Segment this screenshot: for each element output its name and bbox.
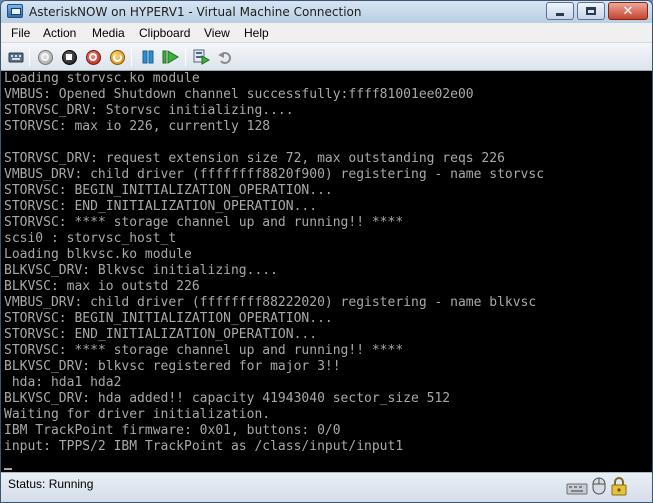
revert-button[interactable] [216, 48, 234, 66]
text-cursor [4, 468, 12, 470]
vm-status-text: Status: Running [8, 477, 94, 491]
ctrl-alt-del-button[interactable] [7, 48, 25, 66]
shut-down-button[interactable] [84, 48, 102, 66]
console-line: BLKVSC: max io outstd 226 [4, 279, 200, 294]
snapshot-icon [193, 49, 210, 65]
toolbar-separator [185, 48, 186, 66]
menu-media[interactable]: Media [92, 26, 125, 40]
reset-icon [162, 50, 179, 64]
menu-help[interactable]: Help [244, 26, 269, 40]
close-button[interactable]: ✕ [608, 2, 648, 20]
reset-button[interactable] [162, 48, 180, 66]
console-line: STORVSC: BEGIN_INITIALIZATION_OPERATION.… [4, 311, 333, 326]
console-line: Loading blkvsc.ko module [4, 247, 192, 262]
console-line: STORVSC: END_INITIALIZATION_OPERATION... [4, 199, 318, 214]
keyboard-icon [566, 483, 588, 495]
console-line: STORVSC_DRV: Storvsc initializing.... [4, 103, 294, 118]
maximize-button[interactable] [577, 2, 605, 20]
start-icon [37, 49, 53, 65]
console-line: Loading storvsc.ko module [4, 71, 200, 86]
console-line: BLKVSC_DRV: hda added!! capacity 4194304… [4, 391, 451, 406]
console-line: VMBUS_DRV: child driver (ffffffff8820f90… [4, 167, 545, 182]
console-line: IBM TrackPoint firmware: 0x01, buttons: … [4, 423, 341, 438]
console-line: BLKVSC_DRV: Blkvsc initializing.... [4, 263, 278, 278]
ctrl-alt-del-icon [8, 52, 24, 63]
start-button[interactable] [36, 48, 54, 66]
pause-button[interactable] [139, 48, 157, 66]
console-line: input: TPPS/2 IBM TrackPoint as /class/i… [4, 439, 404, 454]
minimize-button[interactable] [546, 2, 574, 20]
vm-connection-app-icon [7, 4, 23, 18]
close-icon: ✕ [622, 3, 634, 19]
console-line: Waiting for driver initialization. [4, 407, 271, 422]
shut-down-icon [85, 49, 101, 65]
maximize-icon [586, 7, 596, 15]
console-line: hda: hda1 hda2 [4, 375, 122, 390]
toolbar-separator [131, 48, 132, 66]
menu-file[interactable]: File [11, 26, 30, 40]
turn-off-icon [61, 49, 77, 65]
console-line: STORVSC: **** storage channel up and run… [4, 215, 404, 230]
console-line: scsi0 : storvsc_host_t [4, 231, 177, 246]
mouse-icon [592, 477, 606, 495]
save-icon [109, 49, 125, 65]
status-bar: Status: Running [1, 472, 652, 502]
console-line: STORVSC: **** storage channel up and run… [4, 343, 404, 358]
console-line: VMBUS: Opened Shutdown channel successfu… [4, 87, 474, 102]
console-line: STORVSC_DRV: request extension size 72, … [4, 151, 505, 166]
console-line: VMBUS_DRV: child driver (ffffffff8822202… [4, 295, 537, 310]
save-state-button[interactable] [108, 48, 126, 66]
toolbar [1, 43, 652, 71]
console-line: STORVSC: END_INITIALIZATION_OPERATION... [4, 327, 318, 342]
console-line: STORVSC: BEGIN_INITIALIZATION_OPERATION.… [4, 183, 333, 198]
menu-bar: File Action Media Clipboard View Help [1, 23, 652, 43]
window-title: AsteriskNOW on HYPERV1 - Virtual Machine… [29, 5, 362, 19]
console-line: BLKVSC_DRV: blkvsc registered for major … [4, 359, 341, 374]
toolbar-separator [29, 48, 30, 66]
vm-connection-window: AsteriskNOW on HYPERV1 - Virtual Machine… [0, 0, 653, 503]
menu-view[interactable]: View [204, 26, 230, 40]
menu-action[interactable]: Action [43, 26, 76, 40]
turn-off-button[interactable] [60, 48, 78, 66]
title-bar[interactable]: AsteriskNOW on HYPERV1 - Virtual Machine… [1, 1, 652, 23]
lock-icon [611, 477, 627, 496]
console-line: STORVSC: max io 226, currently 128 [4, 119, 271, 134]
vm-console-screen[interactable]: Loading storvsc.ko module VMBUS: Opened S… [1, 71, 652, 472]
minimize-icon [556, 12, 564, 16]
revert-icon [218, 52, 231, 64]
menu-clipboard[interactable]: Clipboard [139, 26, 190, 40]
pause-icon [142, 50, 154, 64]
snapshot-button[interactable] [192, 48, 210, 66]
